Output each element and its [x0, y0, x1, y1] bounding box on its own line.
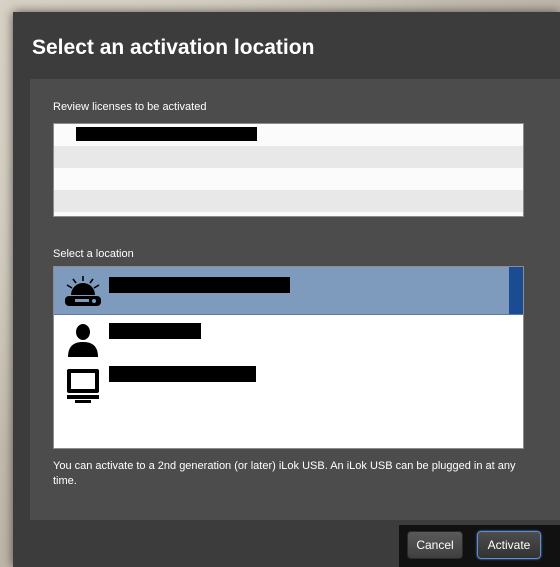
license-list[interactable]: [53, 123, 524, 217]
computer-icon: [67, 369, 99, 403]
license-row-empty: [54, 168, 523, 190]
redacted-location-name: [109, 323, 201, 339]
license-row-empty: [54, 212, 523, 216]
activate-button[interactable]: Activate: [477, 531, 541, 559]
license-row[interactable]: [54, 124, 523, 146]
location-item-ilok-usb[interactable]: [54, 267, 523, 315]
redacted-location-name: [109, 366, 256, 382]
location-item-user[interactable]: [54, 315, 523, 362]
content-panel: Review licenses to be activated Select a…: [30, 79, 560, 520]
dialog-title: Select an activation location: [32, 36, 315, 59]
license-row-empty: [54, 190, 523, 212]
ilok-usb-icon: [65, 276, 101, 306]
licenses-label: Review licenses to be activated: [53, 101, 207, 113]
location-label: Select a location: [53, 248, 134, 260]
activation-dialog: Select an activation location Review lic…: [13, 12, 560, 567]
redacted-location-name: [109, 277, 290, 293]
location-list[interactable]: [53, 266, 524, 449]
button-bar: Cancel Activate: [399, 525, 560, 567]
user-icon: [68, 324, 98, 357]
location-item-computer[interactable]: [54, 362, 523, 409]
ilok-footnote: You can activate to a 2nd generation (or…: [53, 460, 516, 487]
license-row-empty: [54, 146, 523, 168]
cancel-button[interactable]: Cancel: [407, 531, 463, 559]
redacted-license-name: [76, 127, 257, 141]
